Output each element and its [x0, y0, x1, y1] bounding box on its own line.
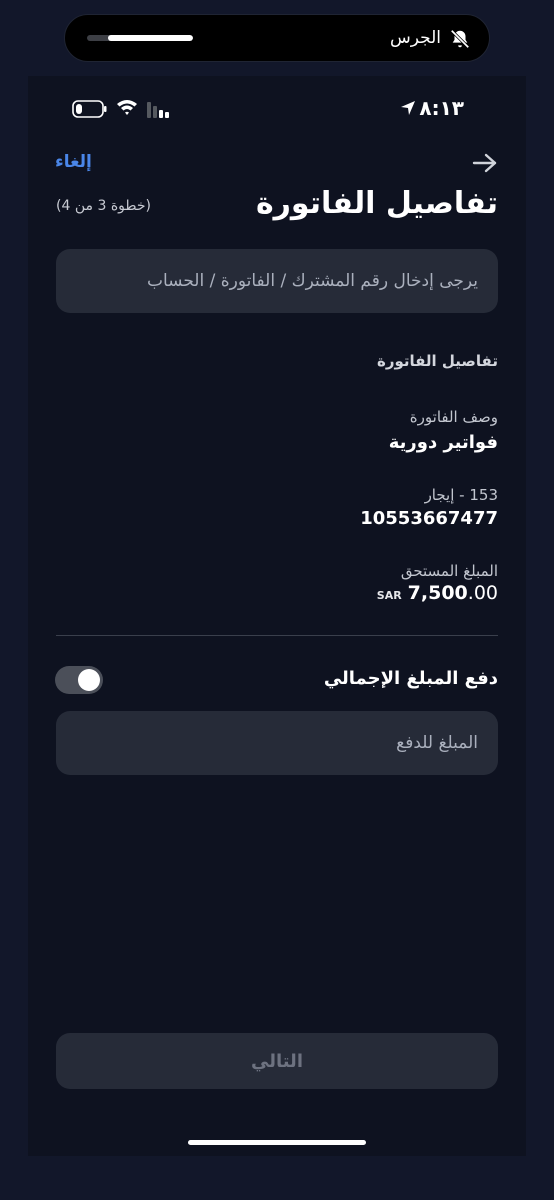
battery-icon — [72, 100, 107, 118]
cancel-link[interactable]: إلغاء — [55, 152, 92, 172]
description-value: فواتير دورية — [388, 432, 498, 453]
notification-progress-fill — [108, 35, 193, 41]
account-value: 10553667477 — [360, 508, 498, 529]
app-screen: ٨:١٣ إلغاء تفاصيل الفاتورة (خطوة 3 من 4)… — [28, 76, 526, 1156]
amount-decimal: .00 — [467, 582, 498, 604]
currency-code: SAR — [376, 589, 402, 602]
toggle-knob — [78, 669, 100, 691]
section-heading: تفاصيل الفاتورة — [376, 352, 498, 370]
pay-total-toggle[interactable] — [55, 666, 103, 694]
notification-pill[interactable]: الجرس — [64, 14, 490, 62]
payment-amount-input[interactable] — [56, 711, 498, 775]
amount-due-label: المبلغ المستحق — [400, 562, 498, 580]
notification-label: الجرس — [389, 28, 441, 48]
page: الجرس ٨:١٣ إلغاء تفاصيل الفاتورة (خطوة 3… — [0, 0, 554, 1200]
amount-due-value: SAR 7,500.00 — [377, 582, 498, 604]
description-label: وصف الفاتورة — [409, 408, 498, 426]
subscriber-number-input[interactable] — [56, 249, 498, 313]
status-time: ٨:١٣ — [419, 96, 464, 120]
notification-progress-track — [87, 35, 193, 41]
location-arrow-icon — [401, 101, 415, 115]
signal-icon — [147, 102, 169, 118]
arrow-right-icon[interactable] — [472, 152, 498, 174]
pay-total-label: دفع المبلغ الإجمالي — [323, 668, 498, 689]
account-label: 153 - إيجار — [424, 486, 498, 504]
page-title: تفاصيل الفاتورة — [255, 186, 498, 221]
amount-integer: 7,500 — [407, 582, 468, 604]
wifi-icon — [117, 100, 137, 115]
next-button[interactable]: التالي — [56, 1033, 498, 1089]
home-indicator[interactable] — [188, 1140, 366, 1145]
bell-slash-icon — [450, 29, 470, 49]
divider — [56, 635, 498, 636]
step-indicator: (خطوة 3 من 4) — [56, 198, 151, 214]
